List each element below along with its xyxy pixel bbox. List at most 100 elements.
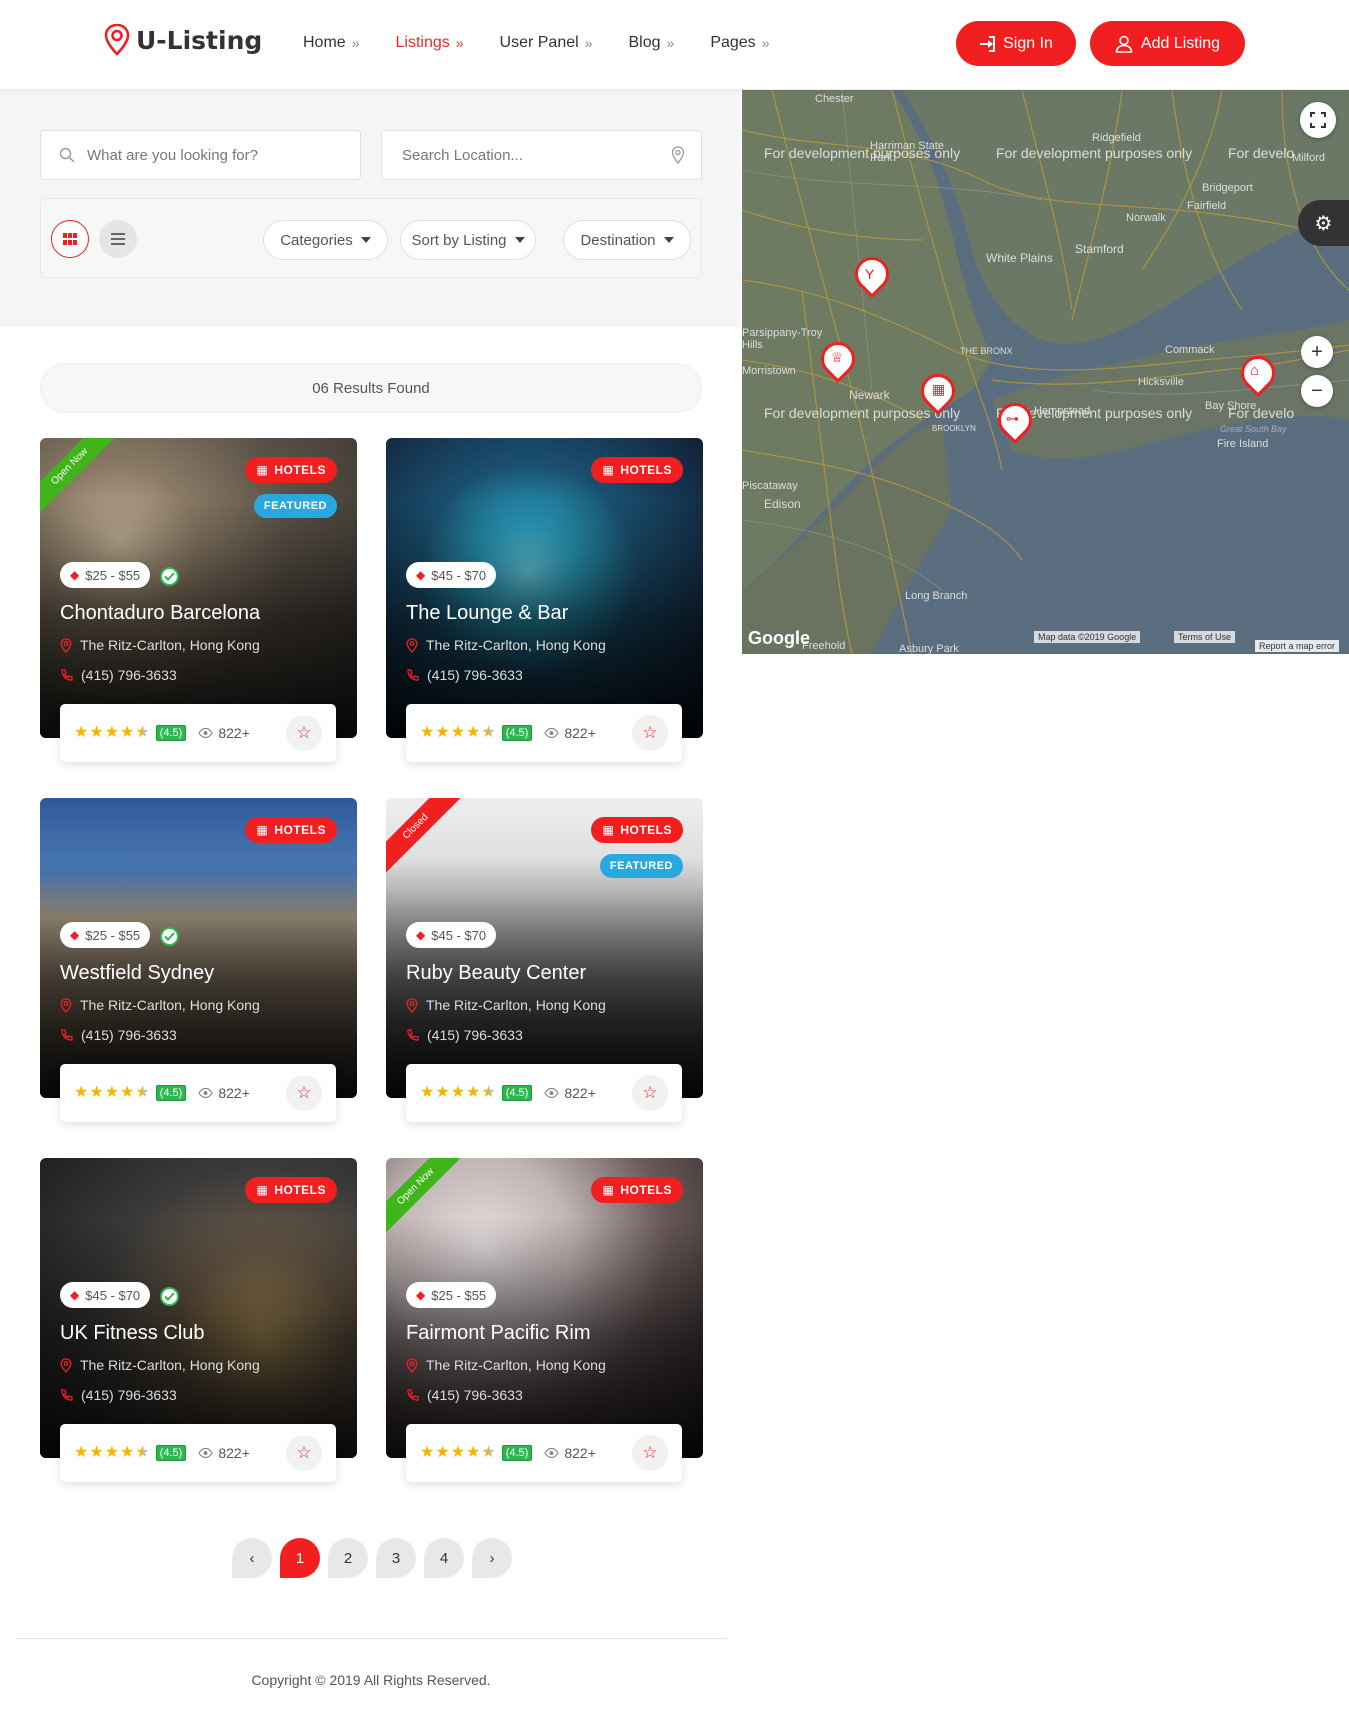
eye-icon [544,728,560,738]
nav-item-home[interactable]: Home » [303,34,359,52]
listing-title[interactable]: Westfield Sydney [60,962,214,985]
star-outline-icon: ☆ [296,723,312,742]
star-icon: ★ [466,1444,481,1461]
listing-phone[interactable]: (415) 796-3633 [406,667,523,683]
views-text: 822+ [564,1445,596,1461]
pagination-page-4[interactable]: 4 [424,1538,464,1578]
listing-card[interactable]: Open Now ▦ HOTELS FEATURED ◆ $25 - $55 Chontad… [40,438,357,738]
nav-label: Blog [628,34,661,51]
destination-dropdown[interactable]: Destination [563,220,691,260]
listing-address: The Ritz-Carlton, Hong Kong [60,1357,260,1373]
favorite-button[interactable]: ☆ [632,715,668,751]
listing-card[interactable]: ▦ HOTELS ◆ $25 - $55 Westfield Sydney The Rit… [40,798,357,1098]
listing-phone[interactable]: (415) 796-3633 [60,1387,177,1403]
report-map-error-link[interactable]: Report a map error [1255,640,1340,652]
listing-title[interactable]: Ruby Beauty Center [406,962,586,985]
favorite-button[interactable]: ☆ [286,1435,322,1471]
star-icon: ★ [104,1444,120,1461]
google-logo: Google [748,628,810,648]
phone-text: (415) 796-3633 [81,1027,177,1043]
search-input[interactable]: What are you looking for? [40,130,361,180]
favorite-button[interactable]: ☆ [286,1075,322,1111]
terms-of-use-link[interactable]: Terms of Use [1174,631,1236,643]
tag-icon: ◆ [70,568,80,582]
listing-card[interactable]: Closed ▦ HOTELS FEATURED ◆ $45 - $70 Ruby Beau… [386,798,703,1098]
image-overlay [386,798,703,1098]
pagination-next[interactable]: › [472,1538,512,1578]
location-pin-icon [671,146,685,164]
location-pin-icon [406,997,418,1013]
nav-item-user-panel[interactable]: User Panel » [500,34,593,52]
phone-icon [61,1028,73,1041]
add-listing-button[interactable]: Add Listing [1090,21,1245,66]
category-badge[interactable]: ▦ HOTELS [591,817,683,843]
pagination-page-3[interactable]: 3 [376,1538,416,1578]
pagination-page-2[interactable]: 2 [328,1538,368,1578]
nav-item-blog[interactable]: Blog » [628,34,674,52]
category-badge[interactable]: ▦ HOTELS [245,817,337,843]
eye-icon [544,1088,560,1098]
nav-item-pages[interactable]: Pages » [710,34,769,52]
map-place-label: Piscataway [742,480,798,492]
double-chevron-icon: » [666,35,675,51]
logo[interactable]: U-Listing [104,24,262,56]
rating-value: (4.5) [501,1085,533,1101]
sign-in-button[interactable]: Sign In [956,21,1076,66]
map[interactable]: For development purposes only For develo… [742,90,1349,654]
listing-card[interactable]: ▦ HOTELS ◆ $45 - $70 The Lounge & Bar The Rit… [386,438,703,738]
map-data-credit: Map data ©2019 Google [1034,631,1141,643]
listing-title[interactable]: The Lounge & Bar [406,602,568,625]
listing-phone[interactable]: (415) 796-3633 [406,1387,523,1403]
categories-dropdown[interactable]: Categories [263,220,388,260]
category-label: HOTELS [274,823,326,837]
listing-title[interactable]: UK Fitness Club [60,1322,205,1345]
views-text: 822+ [564,1085,596,1101]
star-icon: ★ [104,724,120,741]
fullscreen-button[interactable] [1300,102,1336,138]
listing-card[interactable]: ▦ HOTELS ◆ $45 - $70 UK Fitness Club The Ritz… [40,1158,357,1458]
listing-phone[interactable]: (415) 796-3633 [406,1027,523,1043]
phone-text: (415) 796-3633 [427,1387,523,1403]
price-tag: ◆ $25 - $55 [60,922,151,948]
listing-phone[interactable]: (415) 796-3633 [60,667,177,683]
star-icon: ★ [104,1084,120,1101]
location-input[interactable]: Search Location... [381,130,702,180]
map-place-label: Norwalk [1126,212,1166,224]
category-badge[interactable]: ▦ HOTELS [591,457,683,483]
grid-view-button[interactable] [51,220,89,258]
listing-address: The Ritz-Carlton, Hong Kong [60,637,260,653]
caret-down-icon [514,237,525,243]
pagination-page-1[interactable]: 1 [280,1538,320,1578]
category-badge[interactable]: ▦ HOTELS [245,457,337,483]
map-place-label: Harriman State Park [870,140,944,164]
zoom-in-button[interactable]: + [1301,336,1333,368]
category-label: HOTELS [620,1183,672,1197]
eye-icon [198,1088,214,1098]
star-icon: ★ [420,1444,435,1461]
view-count: 822+ [544,1085,596,1101]
listing-title[interactable]: Fairmont Pacific Rim [406,1322,590,1345]
pagination-prev[interactable]: ‹ [232,1538,272,1578]
favorite-button[interactable]: ☆ [632,1435,668,1471]
favorite-button[interactable]: ☆ [632,1075,668,1111]
sort-dropdown[interactable]: Sort by Listing [400,220,536,260]
category-badge[interactable]: ▦ HOTELS [591,1177,683,1203]
favorite-button[interactable]: ☆ [286,715,322,751]
caret-down-icon [663,237,674,243]
nav-item-listings[interactable]: Listings » [395,34,463,52]
price-tag: ◆ $45 - $70 [406,922,497,948]
list-view-button[interactable] [99,220,137,258]
user-icon [1115,35,1133,53]
listing-phone[interactable]: (415) 796-3633 [60,1027,177,1043]
eye-icon [544,1448,560,1458]
listing-title[interactable]: Chontaduro Barcelona [60,602,260,625]
settings-toggle[interactable]: ⚙ [1298,200,1349,246]
star-icon: ★ [420,724,435,741]
filter-bar: Categories Sort by Listing Destination [40,198,702,278]
nav-label: Pages [710,34,756,51]
nav-label: Listings [395,34,450,51]
listing-card[interactable]: Open Now ▦ HOTELS ◆ $25 - $55 Fairmont Pacifi… [386,1158,703,1458]
listing-footer: ★ ★ ★ ★ ★ (4.5) 822+ ☆ [60,1424,336,1482]
zoom-out-button[interactable]: − [1301,375,1333,407]
category-badge[interactable]: ▦ HOTELS [245,1177,337,1203]
